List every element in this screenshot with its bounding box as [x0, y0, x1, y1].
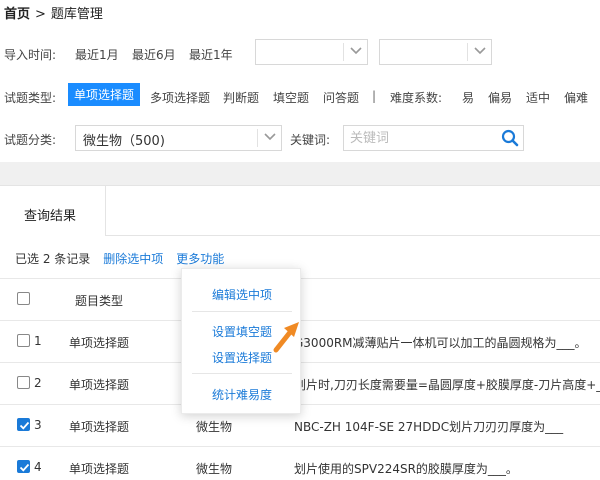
chevron-down-icon: [474, 47, 486, 55]
menu-item-difficulty-stats[interactable]: 统计难易度: [212, 386, 272, 403]
table-row: 4 单项选择题 微生物 划片使用的SPV224SR的胶膜厚度为___。: [0, 446, 600, 480]
column-header-type: 题目类型: [75, 294, 124, 308]
search-icon: [501, 129, 519, 147]
row-question[interactable]: 划片使用的SPV224SR的胶膜厚度为___。: [294, 460, 518, 477]
import-time-label: 导入时间:: [4, 48, 57, 62]
category-label: 试题分类:: [4, 133, 57, 147]
start-date-dropdown[interactable]: [343, 43, 367, 61]
row-type: 单项选择题: [69, 336, 130, 350]
row-question[interactable]: 划片时,刀刃长度需要量=晶圆厚度+胶膜厚度-刀片高度+_: [294, 376, 600, 393]
chevron-down-icon: [264, 133, 276, 141]
category-select[interactable]: 微生物（500): [75, 125, 282, 151]
row-checkbox[interactable]: [17, 460, 30, 473]
category-dropdown[interactable]: [257, 129, 281, 147]
more-functions-link[interactable]: 更多功能: [176, 252, 224, 266]
results-actions: 已选 2 条记录 删除选中项 更多功能: [15, 250, 224, 267]
tab-underline: [106, 235, 600, 236]
breadcrumb-home[interactable]: 首页: [4, 7, 30, 22]
breadcrumb-separator: >: [35, 7, 46, 22]
category-select-value: 微生物（500): [83, 134, 165, 149]
start-date-select[interactable]: [255, 39, 368, 65]
tab-query-results[interactable]: 查询结果: [0, 186, 106, 236]
filter-panel: 首页 > 题库管理 导入时间: 最近1月 最近6月 最近1年 试题类型: 单项选择题…: [0, 0, 600, 162]
difficulty-label: 难度系数:: [390, 91, 443, 105]
keyword-input[interactable]: [344, 126, 494, 150]
difficulty-option-fairly-easy[interactable]: 偏易: [488, 89, 512, 106]
row-category: 微生物: [196, 462, 233, 476]
type-option-multiple-choice[interactable]: 多项选择题: [150, 89, 210, 106]
keyword-field[interactable]: [343, 125, 524, 151]
search-button[interactable]: [501, 129, 519, 150]
check-icon: [19, 421, 30, 430]
difficulty-option-easy[interactable]: 易: [462, 89, 474, 106]
time-option-1m[interactable]: 最近1月: [75, 46, 119, 63]
question-type-label: 试题类型:: [4, 91, 57, 105]
delete-selected-link[interactable]: 删除选中项: [103, 252, 163, 266]
breadcrumb: 首页 > 题库管理: [4, 3, 103, 22]
type-option-single-choice[interactable]: 单项选择题: [68, 83, 141, 106]
row-number: 1: [34, 334, 42, 348]
row-type: 单项选择题: [69, 420, 130, 434]
row-type: 单项选择题: [69, 378, 130, 392]
row-question[interactable]: NBC-ZH 104F-SE 27HDDC划片刀刃刃厚度为___: [294, 418, 563, 435]
type-option-qa[interactable]: 问答题: [323, 89, 359, 106]
row-number: 3: [34, 418, 42, 432]
row-category: 微生物: [196, 420, 233, 434]
menu-divider: [192, 311, 292, 312]
chevron-down-icon: [350, 47, 362, 55]
row-question[interactable]: G3000RM减薄贴片一体机可以加工的晶圆规格为___。: [294, 334, 587, 351]
type-option-true-false[interactable]: 判断题: [223, 89, 259, 106]
row-type: 单项选择题: [69, 462, 130, 476]
keyword-label: 关键词:: [290, 133, 331, 147]
menu-divider: [192, 373, 292, 374]
time-option-6m[interactable]: 最近6月: [132, 46, 176, 63]
end-date-select[interactable]: [379, 39, 492, 65]
row-number: 4: [34, 460, 42, 474]
breadcrumb-current: 题库管理: [50, 7, 103, 22]
row-checkbox[interactable]: [17, 376, 30, 389]
menu-item-edit-selected[interactable]: 编辑选中项: [212, 286, 272, 303]
type-option-fill-blank[interactable]: 填空题: [273, 89, 309, 106]
selected-count: 已选 2 条记录: [15, 252, 91, 266]
row-checkbox[interactable]: [17, 334, 30, 347]
difficulty-option-fairly-hard[interactable]: 偏难: [564, 89, 588, 106]
select-all-checkbox[interactable]: [17, 292, 30, 305]
tab-query-results-label: 查询结果: [24, 209, 77, 224]
type-divider: |: [372, 89, 377, 103]
end-date-dropdown[interactable]: [467, 43, 491, 61]
difficulty-option-medium[interactable]: 适中: [526, 89, 550, 106]
menu-item-set-fill-blank[interactable]: 设置填空题: [212, 323, 272, 340]
row-number: 2: [34, 376, 42, 390]
check-icon: [19, 463, 30, 472]
menu-item-set-choice[interactable]: 设置选择题: [212, 349, 272, 366]
row-checkbox[interactable]: [17, 418, 30, 431]
arrow-pointer-icon: [273, 322, 299, 353]
time-option-1y[interactable]: 最近1年: [189, 46, 233, 63]
